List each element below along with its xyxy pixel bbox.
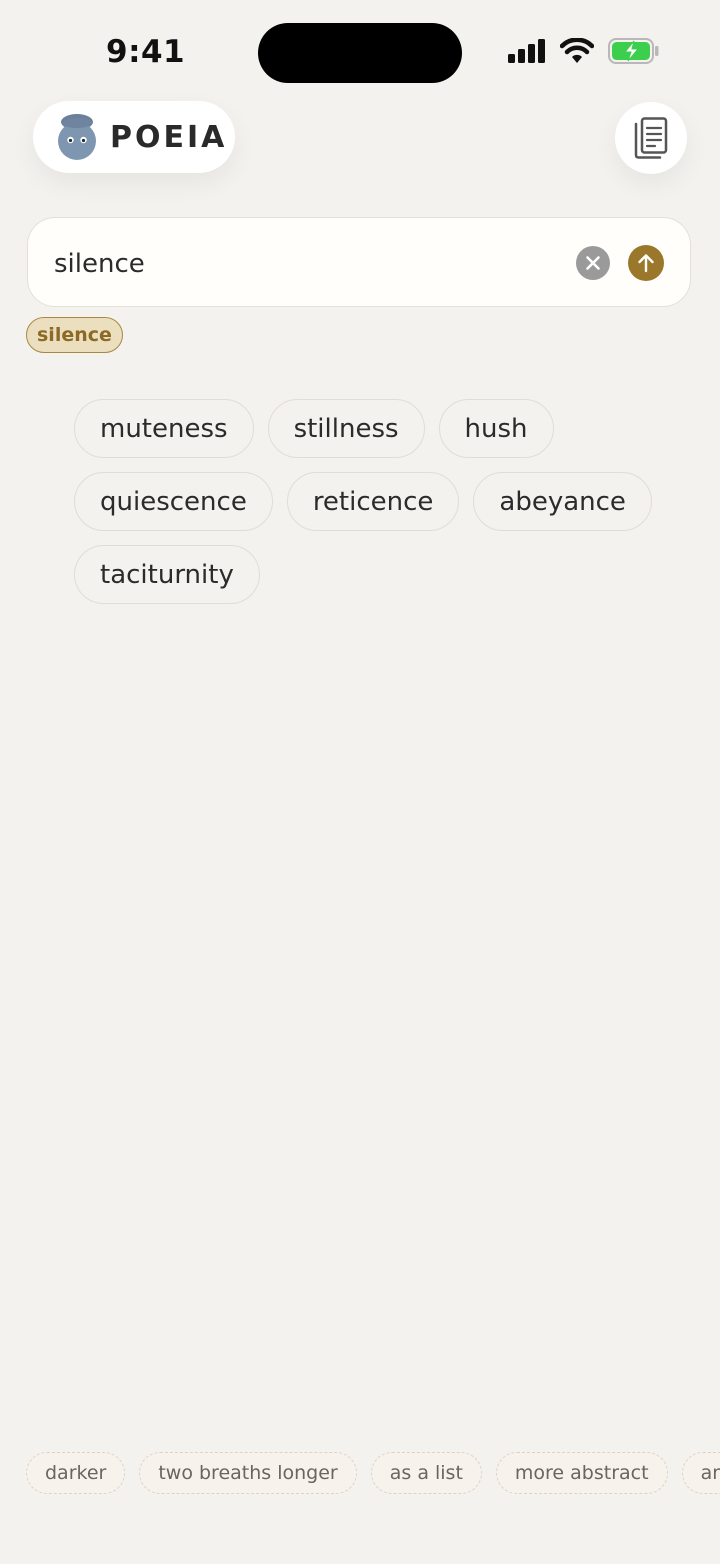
suggestion-chip[interactable]: more abstract bbox=[495, 1452, 668, 1494]
mascot-logo-icon bbox=[58, 114, 96, 160]
suggestion-bar[interactable]: darker two breaths longer as a list more… bbox=[26, 1452, 720, 1496]
submit-button[interactable] bbox=[628, 245, 664, 281]
search-input[interactable] bbox=[52, 238, 576, 290]
suggestion-chip[interactable]: an bbox=[681, 1452, 720, 1494]
result-row: taciturnity bbox=[74, 545, 674, 604]
wifi-icon bbox=[560, 38, 594, 63]
word-chip[interactable]: stillness bbox=[267, 399, 425, 458]
word-chip[interactable]: reticence bbox=[286, 472, 460, 531]
dynamic-island bbox=[258, 23, 462, 83]
word-chip[interactable]: muteness bbox=[74, 399, 254, 458]
journal-icon bbox=[634, 117, 668, 159]
word-chip[interactable]: taciturnity bbox=[74, 545, 260, 604]
word-chip[interactable]: abeyance bbox=[473, 472, 652, 531]
suggestion-chip[interactable]: as a list bbox=[370, 1452, 482, 1494]
battery-charging-icon bbox=[608, 38, 659, 64]
status-bar: 9:41 bbox=[0, 0, 720, 100]
word-chip[interactable]: hush bbox=[438, 399, 554, 458]
query-tag[interactable]: silence bbox=[26, 317, 123, 353]
search-box bbox=[27, 217, 691, 307]
brand-pill[interactable]: POEIA bbox=[33, 101, 235, 173]
brand-name: POEIA bbox=[110, 119, 228, 155]
result-row: quiescence reticence abeyance bbox=[74, 472, 674, 531]
suggestion-chip[interactable]: two breaths longer bbox=[139, 1452, 357, 1494]
suggestion-chip[interactable]: darker bbox=[26, 1452, 126, 1494]
result-row: muteness stillness hush bbox=[74, 399, 674, 458]
arrow-up-icon bbox=[638, 254, 654, 273]
close-icon bbox=[586, 256, 600, 270]
journal-button[interactable] bbox=[615, 102, 687, 174]
status-icons bbox=[508, 36, 660, 66]
word-chip[interactable]: quiescence bbox=[74, 472, 273, 531]
clear-search-button[interactable] bbox=[576, 246, 610, 280]
cellular-signal-icon bbox=[508, 39, 545, 63]
status-time: 9:41 bbox=[106, 34, 186, 70]
synonym-results: muteness stillness hush quiescence retic… bbox=[74, 399, 674, 618]
